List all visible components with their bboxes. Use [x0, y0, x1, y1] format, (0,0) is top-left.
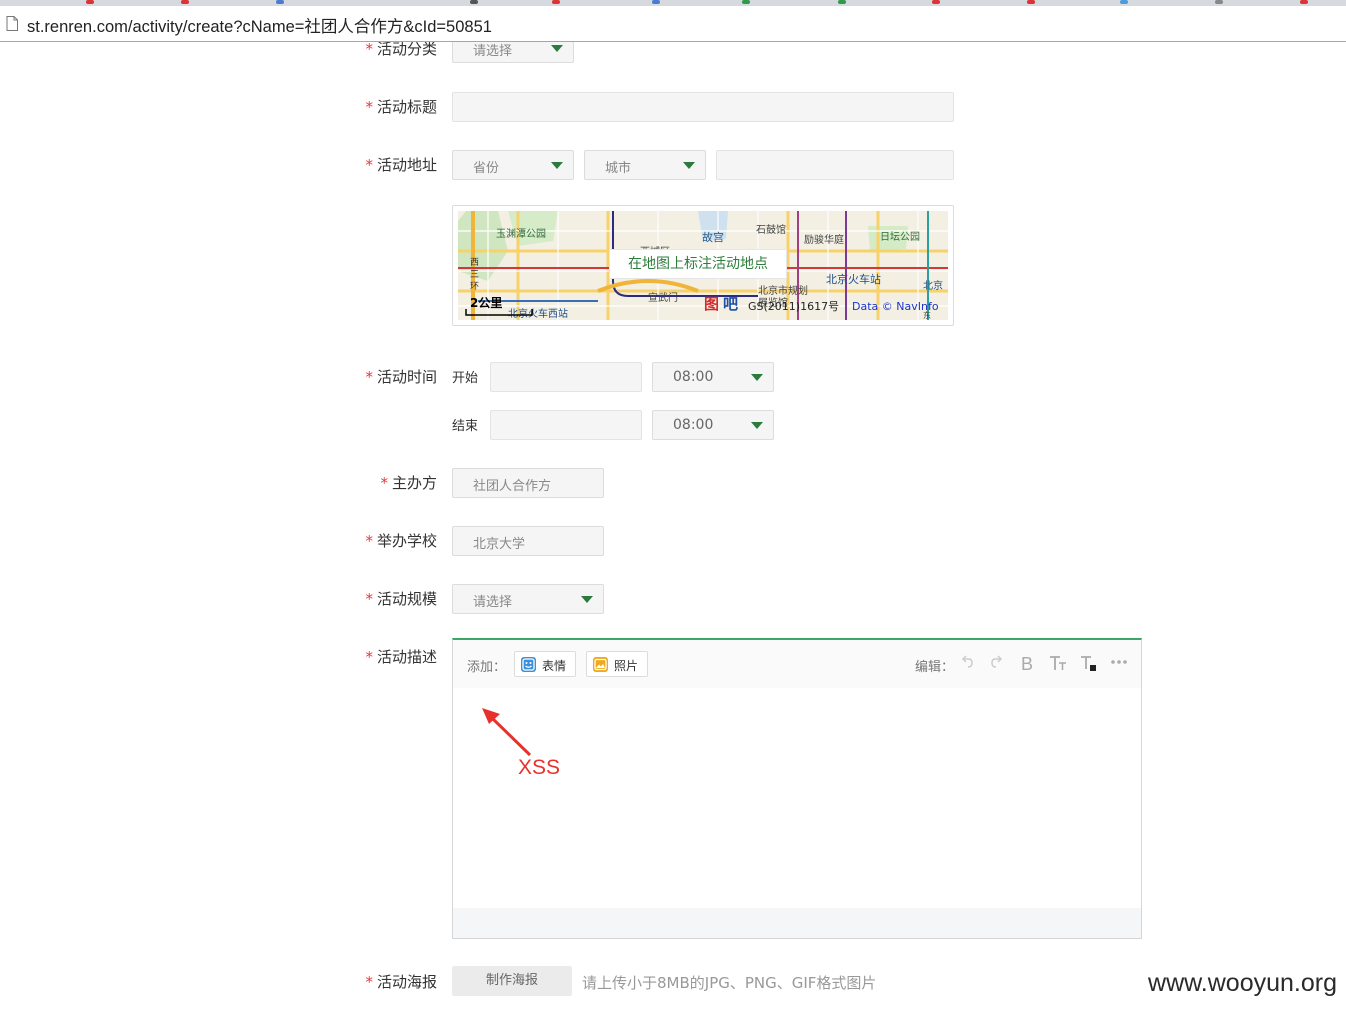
redo-icon[interactable]	[988, 654, 1006, 674]
chevron-down-icon	[551, 45, 563, 52]
school-label: * 举办学校	[365, 532, 437, 550]
time-label: * 活动时间	[365, 368, 437, 386]
address-bar[interactable]: st.renren.com/activity/create?cName=社团人合…	[0, 6, 1346, 42]
emoji-button[interactable]: 表情	[514, 651, 576, 677]
organizer-label: * 主办方	[380, 474, 437, 492]
map-logo: 吧	[723, 295, 738, 313]
emoji-icon	[521, 657, 536, 672]
map-label: 励骏华庭	[804, 233, 844, 246]
page-icon	[6, 16, 18, 31]
start-time-select[interactable]: 08:00	[652, 362, 774, 392]
map-label: 北京火车站	[826, 272, 881, 286]
annotation-text: XSS	[518, 756, 561, 779]
map-label: 北京	[923, 279, 943, 292]
poster-label: * 活动海报	[365, 973, 437, 991]
bold-icon[interactable]: B	[1018, 654, 1036, 674]
start-date-input[interactable]	[490, 362, 642, 392]
chevron-down-icon	[751, 374, 763, 381]
category-select[interactable]: 请选择	[452, 42, 574, 63]
map-label: 玉渊潭公园	[496, 228, 546, 240]
map-label: 石鼓馆	[756, 223, 786, 236]
map-label: 环	[470, 281, 479, 292]
description-label: * 活动描述	[365, 648, 437, 666]
map-label: 北京市规划	[758, 284, 808, 297]
start-label: 开始	[452, 371, 479, 386]
address-detail-input[interactable]	[716, 150, 954, 180]
address-label: * 活动地址	[365, 156, 437, 174]
organizer-input[interactable]: 社团人合作方	[452, 468, 604, 498]
map-copyright: GS(2011)1617号	[748, 300, 839, 313]
end-label: 结束	[452, 419, 479, 434]
mark-location-button[interactable]: 在地图上标注活动地点	[609, 249, 787, 279]
map-label: 故宫	[702, 230, 724, 244]
more-icon[interactable]	[1108, 654, 1130, 674]
map-label: 宣武门	[648, 291, 678, 304]
map-label: 三	[470, 270, 479, 280]
map-preview[interactable]: 玉渊潭公园 故宫 石鼓馆 励骏华庭 日坛公园 西 三 环 西城区 北京火车站 北…	[452, 205, 954, 326]
editor-toolbar: 添加： 表情 照片 编辑： B	[453, 640, 1141, 688]
watermark: www.wooyun.org	[1148, 969, 1337, 997]
activity-form: * 活动分类 请选择 * 活动标题 * 活动地址 省份 城市 玉渊潭公园 故宫 …	[0, 42, 1346, 1012]
undo-icon[interactable]	[958, 654, 976, 674]
text-color-icon[interactable]	[1078, 654, 1098, 674]
scale-select[interactable]: 请选择	[452, 584, 604, 614]
title-label: * 活动标题	[365, 98, 437, 116]
chevron-down-icon	[683, 162, 695, 169]
scale-label: * 活动规模	[365, 590, 437, 608]
photo-icon	[593, 657, 608, 672]
map-label: 西	[470, 257, 479, 268]
scale-text: 2公里	[470, 295, 502, 310]
font-size-icon[interactable]	[1047, 654, 1069, 674]
description-editor[interactable]: 添加： 表情 照片 编辑： B	[452, 638, 1142, 939]
photo-button[interactable]: 照片	[586, 651, 648, 677]
edit-label: 编辑：	[915, 660, 955, 675]
city-select[interactable]: 城市	[584, 150, 706, 180]
category-label: * 活动分类	[365, 42, 437, 58]
chevron-down-icon	[551, 162, 563, 169]
map-logo: 图	[704, 295, 719, 313]
make-poster-button[interactable]: 制作海报	[452, 966, 572, 996]
end-date-input[interactable]	[490, 410, 642, 440]
add-label: 添加：	[467, 660, 507, 675]
editor-footer	[453, 908, 1141, 938]
end-time-select[interactable]: 08:00	[652, 410, 774, 440]
school-input[interactable]: 北京大学	[452, 526, 604, 556]
chevron-down-icon	[751, 422, 763, 429]
annotation-arrow-icon	[482, 708, 532, 757]
map-label: 北京火车西站	[508, 307, 568, 320]
poster-hint: 请上传小于8MB的JPG、PNG、GIF格式图片	[582, 974, 877, 992]
map-label: 日坛公园	[880, 231, 920, 243]
title-input[interactable]	[452, 92, 954, 122]
map-data-credit: Data © NavInfo	[852, 300, 939, 313]
url-text[interactable]: st.renren.com/activity/create?cName=社团人合…	[27, 13, 492, 37]
chevron-down-icon	[581, 596, 593, 603]
province-select[interactable]: 省份	[452, 150, 574, 180]
